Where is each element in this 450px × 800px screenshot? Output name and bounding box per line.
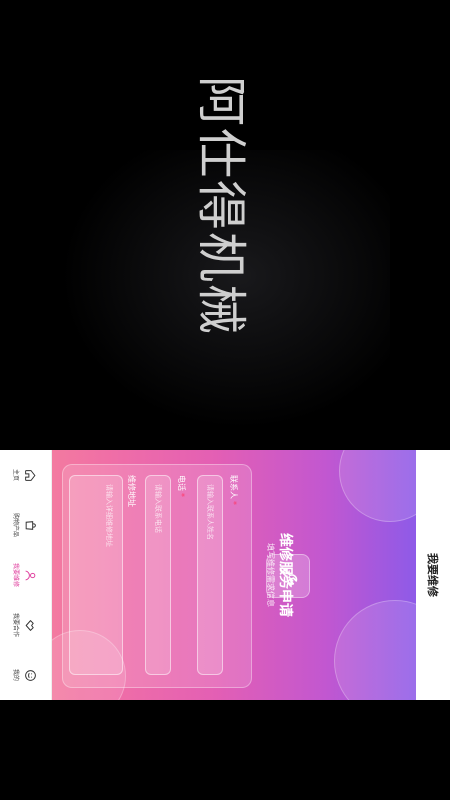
header-title: 我要维修 xyxy=(426,553,439,597)
tab-label: 我的 xyxy=(12,668,19,681)
smile-icon xyxy=(24,668,38,682)
required-mark: * xyxy=(177,493,186,497)
decor-bubble xyxy=(334,600,416,700)
form-title: 维修服务申请 xyxy=(277,533,293,617)
address-textarea[interactable]: 请输入详细维修地址 xyxy=(69,475,123,675)
phone-label: 电话 * xyxy=(176,475,187,497)
contact-label: 联系人 * xyxy=(228,475,239,505)
tab-bar: 主页 购物产品 我要维修 我要合作 我的 xyxy=(0,450,52,700)
tab-label: 我要维修 xyxy=(12,562,19,587)
phone-placeholder: 请输入联系电话 xyxy=(154,484,162,533)
app-header: 我要维修 xyxy=(416,450,450,700)
tab-shop[interactable]: 购物产品 xyxy=(12,500,38,550)
tab-label: 主页 xyxy=(12,468,19,481)
decor-bubble xyxy=(339,450,416,522)
tab-label: 购物产品 xyxy=(12,512,19,537)
tab-home[interactable]: 主页 xyxy=(12,450,38,500)
handshake-icon xyxy=(24,618,38,632)
tab-repair[interactable]: 我要维修 xyxy=(12,550,38,600)
user-wrench-icon xyxy=(24,568,38,582)
bag-icon xyxy=(24,518,38,532)
tab-cooperate[interactable]: 我要合作 xyxy=(12,600,38,650)
repair-form-area: 维修服务申请 填写维修需求信息 联系人 * 请输入联系人姓名 电话 * 请输入联系电… xyxy=(52,450,416,700)
tab-label: 我要合作 xyxy=(12,612,19,637)
screen: 阿仕得机械 我要维修 维修服务申请 填写维修需求信息 联系人 * 请输入联系人姓名 xyxy=(0,0,450,800)
form-subtitle: 填写维修需求信息 xyxy=(266,543,275,607)
address-label: 维修地址 xyxy=(126,475,137,507)
contact-name-input[interactable]: 请输入联系人姓名 xyxy=(197,475,223,675)
address-placeholder: 请输入详细维修地址 xyxy=(105,484,113,547)
contact-label-text: 联系人 xyxy=(229,475,238,499)
tab-mine[interactable]: 我的 xyxy=(12,650,38,700)
address-label-text: 维修地址 xyxy=(127,475,136,507)
brand-title: 阿仕得机械 xyxy=(192,76,250,336)
phone-input[interactable]: 请输入联系电话 xyxy=(145,475,171,675)
phone-label-text: 电话 xyxy=(177,475,186,491)
required-mark: * xyxy=(229,501,238,505)
home-icon xyxy=(24,468,38,482)
form-card: 联系人 * 请输入联系人姓名 电话 * 请输入联系电话 维修地址 请输入详细维修地址 xyxy=(62,464,252,688)
contact-placeholder: 请输入联系人姓名 xyxy=(206,484,214,540)
app-screen: 我要维修 维修服务申请 填写维修需求信息 联系人 * 请输入联系人姓名 电话* 请… xyxy=(0,450,450,700)
